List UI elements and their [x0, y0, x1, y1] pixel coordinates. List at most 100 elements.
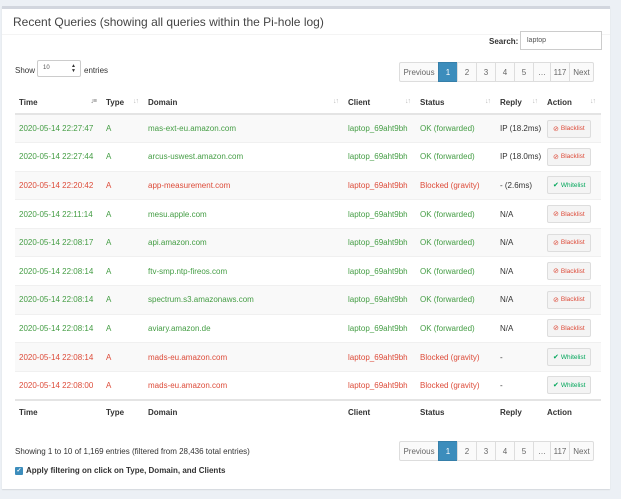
whitelist-button[interactable]: ✔ Whitelist	[547, 376, 592, 395]
cell-client[interactable]: laptop_69aht9bh	[344, 170, 416, 200]
blacklist-button[interactable]: ⊘ Blacklist	[547, 147, 591, 166]
page-button[interactable]: 3	[476, 62, 496, 82]
table-row: 2020-05-14 22:27:47 Amas-ext-eu.amazon.co…	[15, 113, 601, 143]
cell-time[interactable]: 2020-05-14 22:08:00	[15, 370, 102, 400]
cell-client[interactable]: laptop_69aht9bh	[344, 256, 416, 286]
cell-domain[interactable]: ftv-smp.ntp-fireos.com	[144, 256, 344, 286]
cell-time[interactable]: 2020-05-14 22:08:14	[15, 313, 102, 343]
table-row: 2020-05-14 22:08:14 Aaviary.amazon.de lapt…	[15, 313, 601, 343]
col-header-status[interactable]: Status ↓↑	[416, 91, 496, 115]
cell-client[interactable]: laptop_69aht9bh	[344, 142, 416, 172]
cell-domain[interactable]: mads-eu.amazon.com	[144, 370, 344, 400]
pagination-bottom: Previous 1 2 3 4 5… 117 Next	[399, 441, 594, 461]
whitelist-button[interactable]: ✔ Whitelist	[547, 348, 592, 367]
check-icon: ✔	[553, 354, 559, 362]
cell-type[interactable]: A	[102, 256, 144, 286]
blacklist-button[interactable]: ⊘ Blacklist	[547, 205, 591, 224]
cell-type[interactable]: A	[102, 370, 144, 400]
page-title: Recent Queries (showing all queries with…	[13, 15, 324, 29]
whitelist-button[interactable]: ✔ Whitelist	[547, 176, 592, 195]
action-label: Blacklist	[560, 125, 585, 133]
cell-type[interactable]: A	[102, 227, 144, 257]
sort-icon: ↓↑	[590, 98, 596, 105]
blacklist-button[interactable]: ⊘ Blacklist	[547, 262, 591, 281]
page-button[interactable]: 1	[438, 62, 458, 82]
table-row: 2020-05-14 22:08:14 Amads-eu.amazon.com la…	[15, 342, 601, 372]
col-header-reply[interactable]: Reply ↓↑	[496, 91, 543, 115]
cell-client[interactable]: laptop_69aht9bh	[344, 199, 416, 229]
check-icon: ✔	[553, 182, 559, 190]
cell-action: ⊘ Blacklist	[543, 199, 601, 229]
cell-time[interactable]: 2020-05-14 22:11:14	[15, 199, 102, 229]
cell-type[interactable]: A	[102, 170, 144, 200]
cell-time[interactable]: 2020-05-14 22:08:14	[15, 285, 102, 315]
cell-domain[interactable]: spectrum.s3.amazonaws.com	[144, 285, 344, 315]
ban-icon: ⊘	[553, 325, 559, 333]
page-button[interactable]: 4	[495, 441, 515, 461]
cell-domain[interactable]: mads-eu.amazon.com	[144, 342, 344, 372]
ban-icon: ⊘	[553, 239, 559, 247]
action-label: Blacklist	[560, 210, 585, 218]
entries-length-select[interactable]: 10 ▲ ▼	[37, 60, 81, 77]
page-next-button[interactable]: Next	[569, 441, 594, 461]
checkbox-checked-icon[interactable]: ✓	[15, 466, 23, 475]
sort-icon: ↓↑	[133, 98, 139, 105]
cell-client[interactable]: laptop_69aht9bh	[344, 370, 416, 400]
cell-domain[interactable]: mesu.apple.com	[144, 199, 344, 229]
search-input[interactable]	[520, 31, 602, 50]
cell-type[interactable]: A	[102, 285, 144, 315]
apply-filter-option[interactable]: ✓ Apply filtering on click on Type, Doma…	[15, 466, 225, 475]
cell-status: Blocked (gravity)	[416, 370, 496, 400]
page-ellipsis: …	[533, 62, 551, 82]
cell-time[interactable]: 2020-05-14 22:08:14	[15, 256, 102, 286]
ban-icon: ⊘	[553, 211, 559, 219]
page-button[interactable]: 117	[550, 441, 570, 461]
cell-client[interactable]: laptop_69aht9bh	[344, 342, 416, 372]
cell-client[interactable]: laptop_69aht9bh	[344, 113, 416, 143]
cell-type[interactable]: A	[102, 142, 144, 172]
cell-domain[interactable]: app-measurement.com	[144, 170, 344, 200]
page-button[interactable]: 5	[514, 441, 534, 461]
blacklist-button[interactable]: ⊘ Blacklist	[547, 233, 591, 252]
blacklist-button[interactable]: ⊘ Blacklist	[547, 290, 591, 309]
ban-icon: ⊘	[553, 296, 559, 304]
cell-time[interactable]: 2020-05-14 22:27:47	[15, 113, 102, 143]
cell-domain[interactable]: aviary.amazon.de	[144, 313, 344, 343]
col-header-action[interactable]: Action ↓↑	[543, 91, 601, 115]
cell-type[interactable]: A	[102, 199, 144, 229]
page-button[interactable]: 1	[438, 441, 458, 461]
blacklist-button[interactable]: ⊘ Blacklist	[547, 119, 591, 138]
blacklist-button[interactable]: ⊘ Blacklist	[547, 319, 591, 338]
cell-time[interactable]: 2020-05-14 22:27:44	[15, 142, 102, 172]
page-button[interactable]: 3	[476, 441, 496, 461]
page-button[interactable]: 4	[495, 62, 515, 82]
cell-client[interactable]: laptop_69aht9bh	[344, 227, 416, 257]
table-info: Showing 1 to 10 of 1,169 entries (filter…	[15, 447, 250, 456]
col-header-type[interactable]: Type ↓↑	[102, 91, 144, 115]
cell-action: ⊘ Blacklist	[543, 313, 601, 343]
page-next-button[interactable]: Next	[569, 62, 594, 82]
page-previous-button[interactable]: Previous	[399, 441, 439, 461]
page-button[interactable]: 2	[457, 441, 477, 461]
cell-time[interactable]: 2020-05-14 22:08:14	[15, 342, 102, 372]
cell-time[interactable]: 2020-05-14 22:20:42	[15, 170, 102, 200]
cell-domain[interactable]: api.amazon.com	[144, 227, 344, 257]
page-button[interactable]: 5	[514, 62, 534, 82]
footer-domain: Domain	[144, 398, 344, 424]
cell-action: ✔ Whitelist	[543, 170, 601, 200]
cell-domain[interactable]: mas-ext-eu.amazon.com	[144, 113, 344, 143]
page-previous-button[interactable]: Previous	[399, 62, 439, 82]
cell-time[interactable]: 2020-05-14 22:08:17	[15, 227, 102, 257]
col-header-client[interactable]: Client ↓↑	[344, 91, 416, 115]
cell-domain[interactable]: arcus-uswest.amazon.com	[144, 142, 344, 172]
page-button[interactable]: 2	[457, 62, 477, 82]
cell-client[interactable]: laptop_69aht9bh	[344, 285, 416, 315]
cell-type[interactable]: A	[102, 313, 144, 343]
cell-type[interactable]: A	[102, 113, 144, 143]
cell-type[interactable]: A	[102, 342, 144, 372]
cell-client[interactable]: laptop_69aht9bh	[344, 313, 416, 343]
entries-label: entries	[84, 66, 109, 75]
page-button[interactable]: 117	[550, 62, 570, 82]
col-header-domain[interactable]: Domain ↓↑	[144, 91, 344, 115]
col-header-time[interactable]: Time ↓≡	[15, 91, 102, 115]
